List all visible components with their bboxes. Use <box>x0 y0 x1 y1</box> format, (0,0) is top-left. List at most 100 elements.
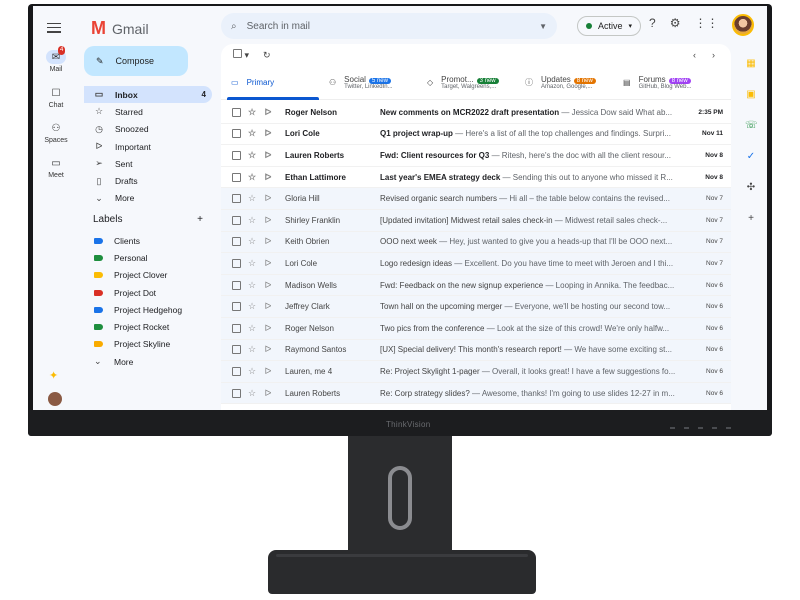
email-row[interactable]: ☆ ᐅ Lori Cole Logo redesign ideas — Excelle… <box>221 253 731 275</box>
rail-item-meet[interactable]: ▭ Meet <box>33 156 79 180</box>
rail-item-mail[interactable]: ✉ 4 Mail <box>33 46 79 73</box>
row-checkbox[interactable] <box>232 323 241 333</box>
label-item-personal[interactable]: Personal <box>84 249 212 266</box>
important-icon[interactable]: ᐅ <box>263 301 273 312</box>
important-icon[interactable]: ᐅ <box>263 366 273 377</box>
row-checkbox[interactable] <box>232 172 241 182</box>
email-row[interactable]: ☆ ᐅ Jeffrey Clark Town hall on the upcoming… <box>221 296 731 318</box>
nav-item-important[interactable]: ᐅ Important <box>84 138 212 155</box>
gmail-logo[interactable]: M Gmail <box>91 18 149 39</box>
star-icon[interactable]: ☆ <box>247 236 257 247</box>
important-icon[interactable]: ᐅ <box>263 258 273 269</box>
nav-item-starred[interactable]: ☆ Starred <box>84 103 212 120</box>
addons-icon[interactable]: ✣ <box>745 182 757 194</box>
tab-promotions[interactable]: ◇ Promot... 3 new Target, Walgreens,... <box>417 66 515 99</box>
email-row[interactable]: ☆ ᐅ Madison Wells Fwd: Feedback on the new … <box>221 274 731 297</box>
row-checkbox[interactable] <box>232 280 241 290</box>
tab-updates[interactable]: ⓘ Updates 8 new Amazon, Google,... <box>515 66 613 99</box>
label-item-project-dot[interactable]: Project Dot <box>84 284 212 301</box>
important-icon[interactable]: ᐅ <box>263 107 273 118</box>
star-icon[interactable]: ☆ <box>247 366 257 377</box>
nav-item-inbox[interactable]: ▭ Inbox 4 <box>84 86 212 104</box>
tab-primary[interactable]: ▭ Primary <box>221 66 319 100</box>
help-icon[interactable]: ? <box>649 16 656 30</box>
search-input[interactable]: Search in mail <box>247 21 310 32</box>
email-row[interactable]: ☆ ᐅ Roger Nelson New comments on MCR2022 dr… <box>221 102 731 124</box>
tab-social[interactable]: ⚇ Social 5 new Twitter, LinkedIn... <box>319 66 417 99</box>
label-item-clients[interactable]: Clients <box>84 232 212 249</box>
important-icon[interactable]: ᐅ <box>263 388 273 399</box>
nav-item-drafts[interactable]: ▯ Drafts <box>84 172 212 189</box>
gear-icon[interactable]: ⚙ <box>670 16 681 30</box>
email-row[interactable]: ☆ ᐅ Keith Obrien OOO next week — Hey, just … <box>221 231 731 254</box>
label-item-project-skyline[interactable]: Project Skyline <box>84 336 212 353</box>
search-icon[interactable]: ⌕ <box>231 21 237 32</box>
row-checkbox[interactable] <box>232 237 241 247</box>
calendar-icon[interactable]: ▦ <box>745 58 757 70</box>
contacts-icon[interactable]: ☏ <box>745 120 758 132</box>
row-checkbox[interactable] <box>232 215 241 225</box>
main-menu-icon[interactable] <box>47 20 61 35</box>
row-checkbox[interactable] <box>232 129 241 139</box>
star-icon[interactable]: ☆ <box>247 280 257 291</box>
search-options-icon[interactable]: ▼ <box>539 22 547 31</box>
star-icon[interactable]: ☆ <box>247 107 257 118</box>
add-label-icon[interactable]: + <box>197 214 203 225</box>
important-icon[interactable]: ᐅ <box>263 150 273 161</box>
row-checkbox[interactable] <box>232 107 241 117</box>
label-item-project-clover[interactable]: Project Clover <box>84 267 212 284</box>
email-row[interactable]: ☆ ᐅ Raymond Santos [UX] Special delivery! T… <box>221 339 731 362</box>
row-checkbox[interactable] <box>232 194 241 204</box>
prev-page-icon[interactable]: ‹ <box>693 50 696 60</box>
important-icon[interactable]: ᐅ <box>263 323 273 334</box>
email-row[interactable]: ☆ ᐅ Roger Nelson Two pics from the conferen… <box>221 317 731 340</box>
account-avatar[interactable] <box>732 14 754 36</box>
label-item-project-hedgehog[interactable]: Project Hedgehog <box>84 301 212 318</box>
tab-forums[interactable]: ▤ Forums 8 new GitHub, Blog Web... <box>613 66 711 99</box>
important-icon[interactable]: ᐅ <box>263 128 273 139</box>
star-icon[interactable]: ☆ <box>247 258 257 269</box>
star-icon[interactable]: ☆ <box>247 301 257 312</box>
important-icon[interactable]: ᐅ <box>263 236 273 247</box>
star-icon[interactable]: ☆ <box>247 193 257 204</box>
user-avatar-small[interactable] <box>48 392 62 406</box>
email-row[interactable]: ☆ ᐅ Lauren, me 4 Re: Project Skylight 1-pag… <box>221 361 731 383</box>
label-item-project-rocket[interactable]: Project Rocket <box>84 318 212 335</box>
email-row[interactable]: ☆ ᐅ Gloria Hill Revised organic search numb… <box>221 188 731 210</box>
email-row[interactable]: ☆ ᐅ Lori Cole Q1 project wrap-up — Here's a… <box>221 124 731 146</box>
star-icon[interactable]: ☆ <box>247 323 257 334</box>
search-bar[interactable]: ⌕ Search in mail ▼ <box>221 13 557 39</box>
star-icon[interactable]: ☆ <box>247 388 257 399</box>
rail-item-chat[interactable]: ☐ Chat <box>33 86 79 110</box>
star-icon[interactable]: ☆ <box>247 215 257 226</box>
add-addon-icon[interactable]: + <box>745 213 757 225</box>
nav-item-sent[interactable]: ➢ Sent <box>84 155 212 172</box>
rail-item-spaces[interactable]: ⚇ Spaces <box>33 121 79 145</box>
important-icon[interactable]: ᐅ <box>263 215 273 226</box>
nav-item-more[interactable]: ⌄ More <box>84 190 212 207</box>
star-icon[interactable]: ☆ <box>247 150 257 161</box>
workspace-icon[interactable]: ✦ <box>49 369 58 382</box>
nav-item-snoozed[interactable]: ◷ Snoozed <box>84 121 212 138</box>
labels-more[interactable]: ⌄ More <box>84 353 212 370</box>
row-checkbox[interactable] <box>232 345 241 355</box>
status-dropdown[interactable]: Active ▾ <box>577 16 642 36</box>
star-icon[interactable]: ☆ <box>247 128 257 139</box>
important-icon[interactable]: ᐅ <box>263 344 273 355</box>
tasks-icon[interactable]: ✓ <box>745 151 757 163</box>
email-row[interactable]: ☆ ᐅ Shirley Franklin [Updated invitation] M… <box>221 209 731 232</box>
row-checkbox[interactable] <box>232 150 241 160</box>
important-icon[interactable]: ᐅ <box>263 280 273 291</box>
next-page-icon[interactable]: › <box>712 50 715 60</box>
keep-icon[interactable]: ▣ <box>745 89 757 101</box>
row-checkbox[interactable] <box>232 258 241 268</box>
important-icon[interactable]: ᐅ <box>263 172 273 183</box>
compose-button[interactable]: ✎ Compose <box>84 46 188 76</box>
important-icon[interactable]: ᐅ <box>263 193 273 204</box>
star-icon[interactable]: ☆ <box>247 344 257 355</box>
email-row[interactable]: ☆ ᐅ Ethan Lattimore Last year's EMEA strate… <box>221 167 731 189</box>
row-checkbox[interactable] <box>232 388 241 398</box>
row-checkbox[interactable] <box>232 366 241 376</box>
select-all-checkbox[interactable]: ▾ <box>233 49 249 61</box>
email-row[interactable]: ☆ ᐅ Lauren Roberts Fwd: Client resources fo… <box>221 145 731 167</box>
